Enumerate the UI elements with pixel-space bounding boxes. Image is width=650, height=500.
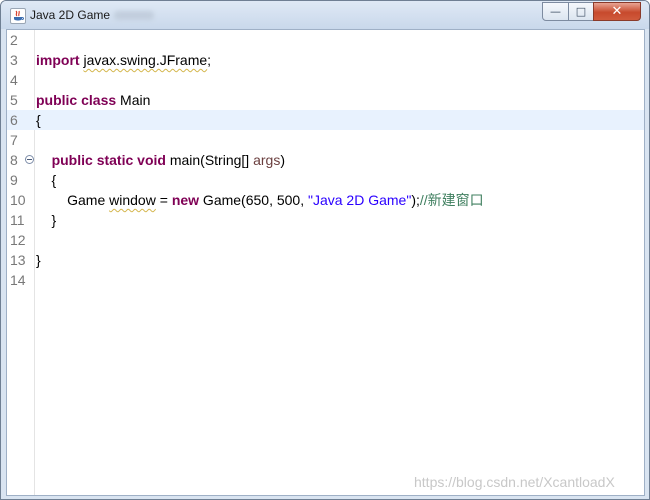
code-token: class [81,92,117,108]
code-editor[interactable]: 2 3 import javax.swing.JFrame; 4 5 public cla… [6,29,645,496]
java-app-icon[interactable] [10,8,26,24]
fold-collapse-icon[interactable] [25,155,34,164]
code-text: } [36,210,57,230]
code-token: public [36,92,78,108]
code-line[interactable]: 4 [7,70,644,90]
close-button[interactable]: ✕ [593,2,641,21]
app-window: Java 2D Game — □ ✕ 2 3 import javax.swing.… [0,0,650,500]
code-text: { [36,110,41,130]
code-token: Game [36,192,110,208]
code-token: } [36,252,41,268]
line-number: 12 [10,232,26,248]
code-line[interactable]: 13} [7,250,644,270]
line-number: 10 [10,192,26,208]
code-token: = [155,192,172,208]
code-token: { [36,112,41,128]
code-line[interactable]: 2 [7,30,644,50]
code-text: } [36,250,41,270]
code-line[interactable]: 14 [7,270,644,290]
line-number: 5 [10,92,18,108]
code-token: "Java 2D Game" [308,192,412,208]
line-number: 7 [10,132,18,148]
code-line[interactable]: 5 public class Main [7,90,644,110]
maximize-icon: □ [575,5,587,18]
line-number: 11 [10,212,25,228]
line-number: 14 [10,272,26,288]
code-line[interactable]: 8 public static void main(String[] args) [7,150,644,170]
line-number: 3 [10,52,18,68]
code-token: ); [411,192,420,208]
code-token: Main [116,92,151,108]
code-token: args [253,152,281,168]
title-blur-region [114,11,154,20]
maximize-button[interactable]: □ [568,2,594,21]
code-line[interactable]: 3 import javax.swing.JFrame; [7,50,644,70]
code-text: { [36,170,57,190]
minimize-icon: — [550,5,561,18]
line-number: 6 [10,112,18,128]
code-text: public class Main [36,90,150,110]
code-line[interactable]: 6{ [7,110,644,130]
code-token: window [109,192,156,208]
code-token: new [171,192,200,208]
code-token: javax.swing.JFrame [83,52,208,68]
watermark: https://blog.csdn.net/XcantloadX [414,474,615,490]
code-token: public [51,152,93,168]
minimize-button[interactable]: — [542,2,569,21]
code-line[interactable]: 10 Game window = new Game(650, 500, "Jav… [7,190,644,210]
title-bar[interactable]: Java 2D Game — □ ✕ [1,1,649,29]
code-line[interactable]: 12 [7,230,644,250]
code-token: //新建窗口 [419,192,484,208]
code-token: main(String[] [165,152,254,168]
code-token: ; [207,52,212,68]
window-title: Java 2D Game [30,8,111,22]
code-line[interactable]: 7 [7,130,644,150]
code-line[interactable]: 11 } [7,210,644,230]
line-number: 4 [10,72,18,88]
code-text: Game window = new Game(650, 500, "Java 2… [36,190,484,210]
code-token: static [96,152,134,168]
line-number: 13 [10,252,26,268]
code-token: Game(650, 500, [199,192,308,208]
code-text: import javax.swing.JFrame; [36,50,211,70]
code-line[interactable]: 9 { [7,170,644,190]
code-token: { [36,172,57,188]
code-token: ) [280,152,285,168]
close-icon: ✕ [611,4,623,19]
line-number: 2 [10,32,18,48]
line-number: 9 [10,172,18,188]
code-token: } [36,212,57,228]
code-text: public static void main(String[] args) [36,150,285,170]
code-token: void [137,152,166,168]
code-token: import [36,52,80,68]
line-number: 8 [10,152,18,168]
